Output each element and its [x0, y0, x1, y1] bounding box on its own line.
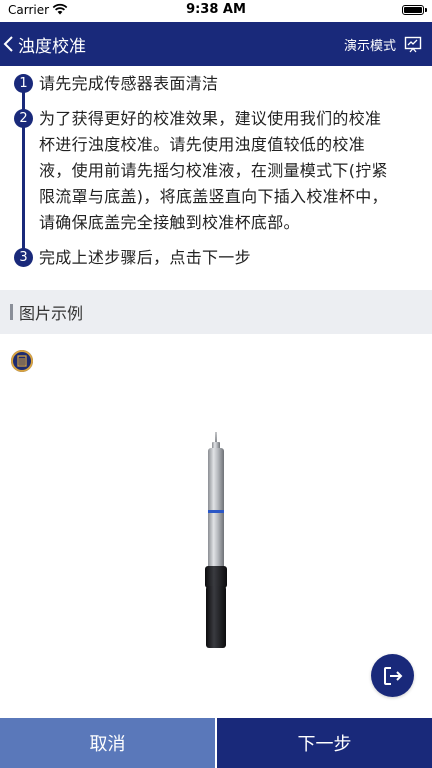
step-text-line: 请先完成传感器表面清洁: [39, 74, 219, 93]
sensor-image: [205, 432, 227, 648]
step-text-line: 为了获得更好的校准效果，建议使用我们的校准: [39, 109, 382, 128]
nav-bar: 浊度校准 演示模式: [0, 22, 432, 66]
steps-list: 1 请先完成传感器表面清洁 2 为了获得更好的校准效果，建议使用我们的校准 杯进…: [0, 66, 432, 290]
demo-mode-button[interactable]: 演示模式: [344, 22, 422, 66]
status-bar: Carrier 9:38 AM: [0, 0, 432, 22]
step-text-line: 限流罩与底盖)，将底盖竖直向下插入校准杯中，: [39, 187, 388, 206]
exit-button[interactable]: [371, 654, 414, 697]
back-button[interactable]: 浊度校准: [2, 22, 86, 66]
step-text-line: 杯进行浊度校准。请先使用浊度值较低的校准: [39, 135, 366, 154]
next-step-button[interactable]: 下一步: [217, 718, 432, 768]
clock: 9:38 AM: [186, 2, 246, 17]
page-title: 浊度校准: [18, 36, 86, 57]
step-3-text: 完成上述步骤后，点击下一步: [39, 245, 251, 271]
section-marker: [10, 304, 13, 320]
slideshow-icon: [404, 36, 422, 53]
calibration-cup-icon: [11, 350, 33, 372]
exit-icon: [383, 666, 402, 685]
step-2-badge: 2: [14, 109, 33, 128]
example-section-header: 图片示例: [0, 290, 432, 334]
step-text-line: 液，使用前请先摇匀校准液，在测量模式下(拧紧: [39, 161, 388, 180]
step-text-line: 完成上述步骤后，点击下一步: [39, 248, 251, 267]
step-1-badge: 1: [14, 74, 33, 93]
step-text-line: 请确保底盖完全接触到校准杯底部。: [39, 213, 300, 232]
step-3-badge: 3: [14, 248, 33, 267]
chevron-left-icon: [3, 36, 13, 52]
section-title: 图片示例: [19, 304, 84, 323]
step-2-text: 为了获得更好的校准效果，建议使用我们的校准 杯进行浊度校准。请先使用浊度值较低的…: [39, 106, 388, 236]
cancel-button[interactable]: 取消: [0, 718, 215, 768]
demo-mode-label: 演示模式: [343, 38, 396, 54]
battery-icon: [402, 5, 427, 15]
step-1-text: 请先完成传感器表面清洁: [39, 71, 218, 97]
